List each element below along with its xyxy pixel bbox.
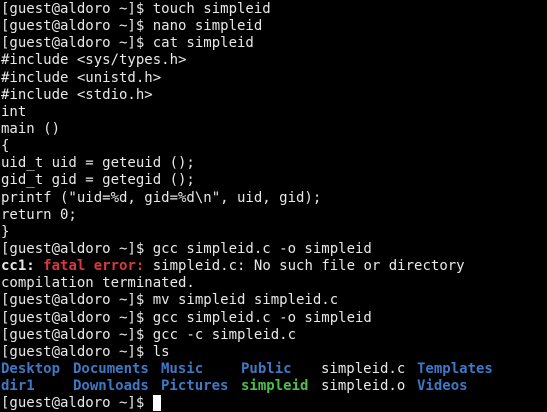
- output-text: main (): [1, 120, 61, 137]
- command-text: ls: [152, 343, 170, 360]
- shell-prompt: [guest@aldoro ~]$: [1, 18, 153, 35]
- output-text: }: [1, 223, 10, 240]
- command-text: gcc simpleid.c -o simpleid: [152, 240, 372, 257]
- output-line: gid_t gid = getegid ();: [1, 172, 547, 189]
- shell-prompt: [guest@aldoro ~]$: [1, 35, 153, 52]
- ls-output-row: Desktop Documents Music Public simpleid.c Tem…: [1, 361, 547, 378]
- ls-directory-entry: dir1: [1, 378, 35, 395]
- ls-file-entry: simpleid.o: [321, 378, 406, 395]
- output-text: #include <stdio.h>: [1, 86, 153, 103]
- output-line: #include <unistd.h>: [1, 70, 547, 87]
- output-line: {: [1, 138, 547, 155]
- ls-output-row: dir1 Downloads Pictures simpleid simpleid.o V…: [1, 378, 547, 395]
- command-line: [guest@aldoro ~]$ gcc simpleid.c -o simp…: [1, 241, 547, 258]
- shell-prompt: [guest@aldoro ~]$: [1, 240, 153, 257]
- command-line: [guest@aldoro ~]$ cat simpleid: [1, 35, 547, 52]
- output-line: printf ("uid=%d, gid=%d\n", uid, gid);: [1, 190, 547, 207]
- ls-file-entry: simpleid.c: [321, 360, 406, 377]
- shell-prompt: [guest@aldoro ~]$: [1, 326, 153, 343]
- terminal-window[interactable]: [guest@aldoro ~]$ touch simpleid [guest@a…: [0, 0, 547, 412]
- output-text: #include <sys/types.h>: [1, 52, 187, 69]
- output-line: main (): [1, 121, 547, 138]
- command-text: gcc simpleid.c -o simpleid: [152, 309, 372, 326]
- error-tool: cc1:: [1, 258, 35, 275]
- output-line: #include <stdio.h>: [1, 87, 547, 104]
- command-line: [guest@aldoro ~]$ nano simpleid: [1, 18, 547, 35]
- command-text: cat simpleid: [152, 35, 254, 52]
- command-line: [guest@aldoro ~]$ gcc -c simpleid.c: [1, 327, 547, 344]
- output-line: compilation terminated.: [1, 275, 547, 292]
- output-line: }: [1, 224, 547, 241]
- ls-directory-entry: Pictures: [161, 378, 229, 395]
- output-text: uid_t uid = geteuid ();: [1, 155, 195, 172]
- output-text: compilation terminated.: [1, 275, 195, 292]
- ls-directory-entry: Downloads: [73, 378, 149, 395]
- error-message: simpleid.c: No such file or directory: [144, 258, 465, 275]
- output-text: #include <unistd.h>: [1, 69, 162, 86]
- text-cursor: [152, 395, 161, 412]
- shell-prompt: [guest@aldoro ~]$: [1, 395, 153, 412]
- error-label: fatal error:: [43, 258, 145, 275]
- command-line: [guest@aldoro ~]$ touch simpleid: [1, 1, 547, 18]
- output-line: #include <sys/types.h>: [1, 52, 547, 69]
- ls-directory-entry: Desktop: [1, 360, 61, 377]
- active-command-line[interactable]: [guest@aldoro ~]$: [1, 395, 547, 412]
- shell-prompt: [guest@aldoro ~]$: [1, 1, 153, 17]
- ls-directory-entry: Music: [161, 360, 204, 377]
- command-line: [guest@aldoro ~]$ ls: [1, 344, 547, 361]
- command-line: [guest@aldoro ~]$ gcc simpleid.c -o simp…: [1, 310, 547, 327]
- ls-directory-entry: Videos: [417, 378, 468, 395]
- output-line: uid_t uid = geteuid ();: [1, 155, 547, 172]
- output-text: return 0;: [1, 206, 77, 223]
- output-text: {: [1, 138, 10, 155]
- output-text: printf ("uid=%d, gid=%d\n", uid, gid);: [1, 189, 322, 206]
- command-text: nano simpleid: [152, 18, 263, 35]
- output-line: return 0;: [1, 207, 547, 224]
- ls-directory-entry: Templates: [417, 360, 493, 377]
- ls-directory-entry: Documents: [73, 360, 149, 377]
- output-line: int: [1, 104, 547, 121]
- shell-prompt: [guest@aldoro ~]$: [1, 343, 153, 360]
- command-text: touch simpleid: [152, 1, 271, 17]
- output-text: int: [1, 103, 27, 120]
- ls-executable-entry: simpleid: [241, 378, 309, 395]
- command-text: mv simpleid simpleid.c: [152, 292, 339, 309]
- command-line: [guest@aldoro ~]$ mv simpleid simpleid.c: [1, 292, 547, 309]
- shell-prompt: [guest@aldoro ~]$: [1, 309, 153, 326]
- output-text: gid_t gid = getegid ();: [1, 172, 195, 189]
- ls-directory-entry: Public: [241, 360, 292, 377]
- command-text: gcc -c simpleid.c: [152, 326, 297, 343]
- shell-prompt: [guest@aldoro ~]$: [1, 292, 153, 309]
- error-line: cc1: fatal error: simpleid.c: No such fi…: [1, 258, 547, 275]
